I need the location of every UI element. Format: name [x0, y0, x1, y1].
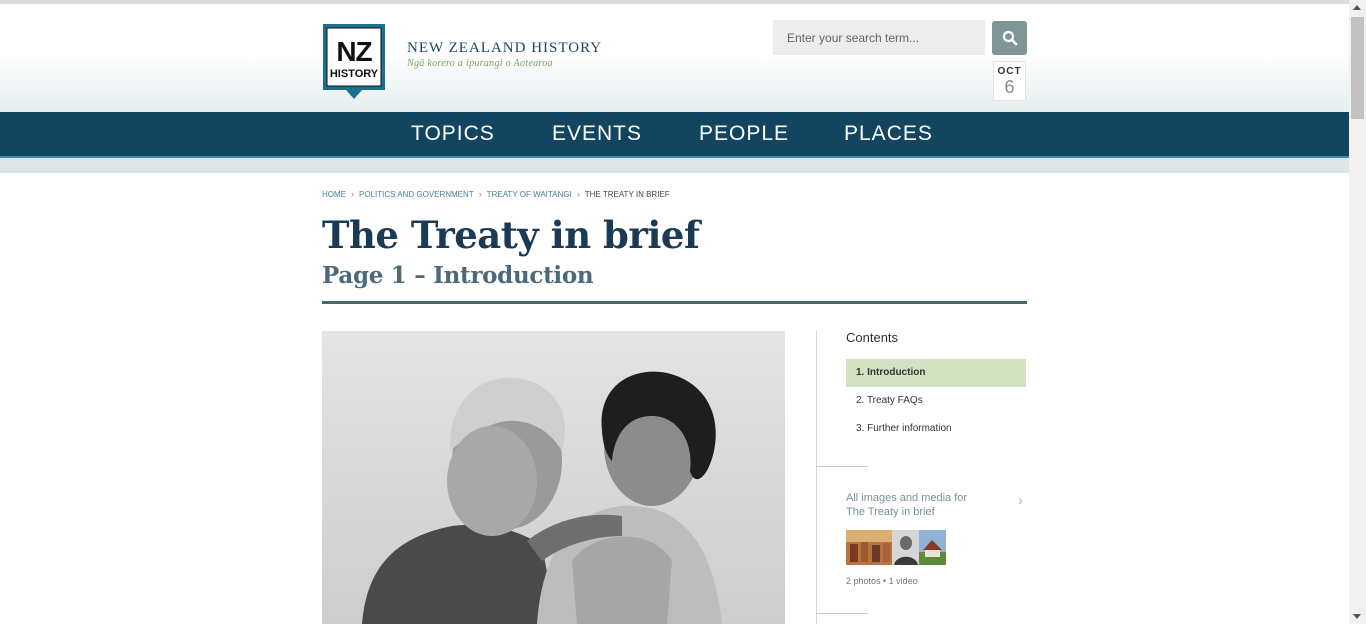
breadcrumb-politics[interactable]: POLITICS AND GOVERNMENT [359, 190, 474, 199]
nav-places[interactable]: PLACES [844, 122, 933, 146]
page-scrollbar[interactable] [1349, 0, 1366, 624]
sidebar-divider [816, 331, 817, 624]
toc-item-further-information[interactable]: 3. Further information [846, 415, 1026, 443]
today-date[interactable]: OCT 6 [993, 61, 1026, 101]
logo-text-bottom: HISTORY [330, 68, 379, 80]
page: NZ HISTORY NEW ZEALAND HISTORY Ngā korer… [0, 0, 1349, 624]
portrait-thumbnail [892, 530, 919, 565]
chevron-right-icon: › [351, 189, 354, 199]
page-title: The Treaty in brief [322, 213, 700, 257]
all-media-link-line2: The Treaty in brief [846, 506, 935, 518]
painting-thumbnail [846, 530, 892, 565]
page-subtitle: Page 1 – Introduction [322, 262, 594, 289]
breadcrumb-treaty[interactable]: TREATY OF WAITANGI [487, 190, 572, 199]
nav-people[interactable]: PEOPLE [699, 122, 789, 146]
media-thumbnails[interactable] [846, 530, 946, 565]
toc-item-treaty-faqs[interactable]: 2. Treaty FAQs [846, 387, 1026, 415]
title-divider [322, 301, 1027, 304]
scroll-down-icon[interactable] [1353, 614, 1361, 619]
media-count: 2 photos • 1 video [846, 576, 918, 586]
scroll-up-icon[interactable] [1353, 5, 1361, 10]
date-day: 6 [1004, 77, 1015, 97]
logo-icon: NZ HISTORY [323, 24, 385, 99]
children-photo-image [322, 331, 785, 624]
main-nav: TOPICS EVENTS PEOPLE PLACES [0, 112, 1349, 158]
logo-text-top: NZ [336, 36, 372, 67]
sidebar-separator [816, 466, 868, 467]
site-header: NZ HISTORY NEW ZEALAND HISTORY Ngā korer… [0, 4, 1349, 112]
breadcrumb-home[interactable]: HOME [322, 190, 346, 199]
sidebar-separator [816, 613, 868, 614]
search-button[interactable] [992, 21, 1027, 55]
nav-topics[interactable]: TOPICS [411, 122, 495, 146]
contents-heading: Contents [846, 330, 899, 345]
building-thumbnail [919, 530, 946, 565]
scrollbar-thumb[interactable] [1351, 17, 1364, 119]
breadcrumb-current: THE TREATY IN BRIEF [584, 190, 670, 199]
chevron-right-icon: › [576, 189, 580, 199]
all-media-link-line1: All images and media for [846, 492, 968, 504]
site-title[interactable]: NEW ZEALAND HISTORY [407, 40, 602, 57]
toc-item-introduction[interactable]: 1. Introduction [846, 359, 1026, 387]
chevron-right-icon: › [478, 189, 482, 199]
chevron-right-icon[interactable]: › [1018, 492, 1023, 508]
search-icon [1002, 30, 1017, 46]
site-logo[interactable]: NZ HISTORY [322, 23, 386, 101]
breadcrumb: HOME › POLITICS AND GOVERNMENT › TREATY OF W… [322, 189, 670, 199]
site-subtitle: Ngā korero a ipurangi o Aotearoa [407, 58, 553, 69]
nav-events[interactable]: EVENTS [552, 122, 642, 146]
subnav-bar [0, 158, 1349, 173]
feature-photo[interactable] [322, 331, 785, 624]
all-media-link[interactable]: All images and media for The Treaty in b… [846, 491, 996, 519]
date-month: OCT [997, 66, 1022, 77]
search-input[interactable] [773, 20, 985, 55]
